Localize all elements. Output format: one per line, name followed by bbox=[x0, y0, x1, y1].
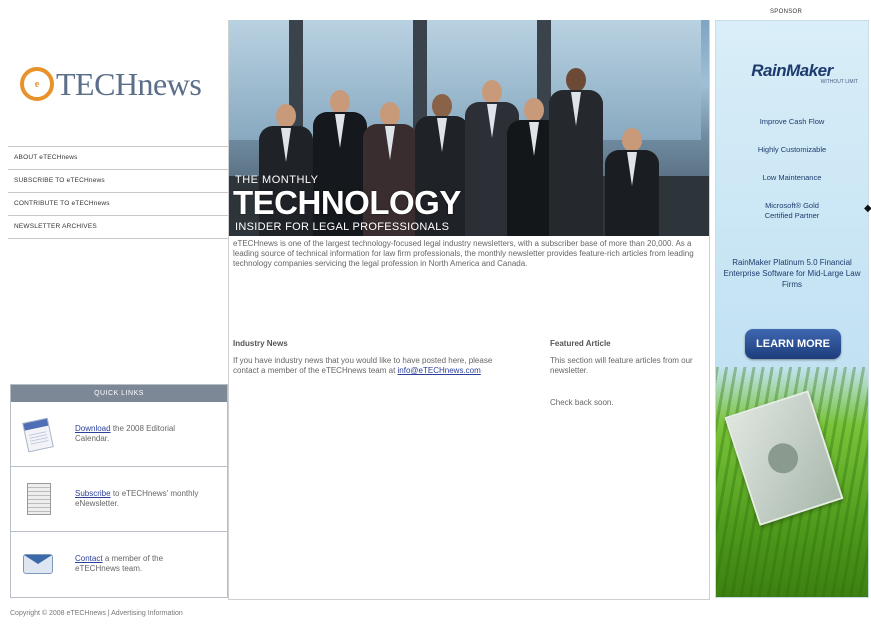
featured-article-text: This section will feature articles from … bbox=[550, 356, 693, 375]
quick-link-download: Download the 2008 Editorial Calendar. bbox=[11, 402, 227, 467]
rainmaker-tagline: WITHOUT LIMIT bbox=[820, 79, 858, 85]
ad-feature-3: Low Maintenance bbox=[762, 173, 822, 182]
industry-news-title: Industry News bbox=[233, 339, 288, 348]
nav-about[interactable]: ABOUT eTECHnews bbox=[8, 147, 228, 170]
newsletter-icon bbox=[17, 479, 57, 519]
left-navigation: ABOUT eTECHnews SUBSCRIBE TO eTECHnews C… bbox=[8, 146, 228, 239]
calendar-icon bbox=[17, 414, 57, 454]
nav-newsletter-archives[interactable]: NEWSLETTER ARCHIVES bbox=[8, 216, 228, 239]
nav-contribute[interactable]: CONTRIBUTE TO eTECHnews bbox=[8, 193, 228, 216]
ad-feature-4a: Microsoft® Gold bbox=[765, 201, 819, 210]
industry-news-email-link[interactable]: info@eTECHnews.com bbox=[398, 366, 481, 375]
ad-description: RainMaker Platinum 5.0 Financial Enterpr… bbox=[723, 258, 861, 289]
mail-icon bbox=[17, 544, 57, 584]
ad-feature-2: Highly Customizable bbox=[757, 145, 827, 154]
nav-subscribe[interactable]: SUBSCRIBE TO eTECHnews bbox=[8, 170, 228, 193]
download-link[interactable]: Download bbox=[75, 424, 111, 433]
logo-mark-icon: e bbox=[20, 67, 54, 101]
quick-links-box: QUICK LINKS Download the 2008 Editorial … bbox=[10, 384, 228, 598]
featured-article-check-back: Check back soon. bbox=[550, 398, 614, 407]
right-column-divider bbox=[709, 20, 710, 600]
footer: Copyright © 2008 eTECHnews | Advertising… bbox=[10, 610, 183, 617]
sponsor-ad[interactable]: RainMaker WITHOUT LIMIT Improve Cash Flo… bbox=[715, 20, 869, 598]
featured-article-title: Featured Article bbox=[550, 339, 611, 348]
rainmaker-logo: RainMaker bbox=[751, 61, 833, 80]
industry-news-section: Industry News If you have industry news … bbox=[233, 339, 513, 376]
subscribe-link[interactable]: Subscribe bbox=[75, 489, 111, 498]
content-bottom-divider bbox=[229, 599, 709, 600]
sponsor-label: SPONSOR bbox=[770, 9, 803, 15]
scroll-arrow-icon[interactable]: ◆ bbox=[864, 203, 871, 214]
featured-article-section: Featured Article This section will featu… bbox=[550, 339, 700, 408]
quick-link-subscribe: Subscribe to eTECHnews' monthly eNewslet… bbox=[11, 467, 227, 532]
ad-feature-4b: Certified Partner bbox=[764, 211, 820, 220]
logo-text: TECHnews bbox=[56, 65, 202, 102]
etechnews-logo[interactable]: e TECHnews bbox=[20, 62, 220, 106]
contact-link[interactable]: Contact bbox=[75, 554, 103, 563]
intro-paragraph: eTECHnews is one of the largest technolo… bbox=[233, 239, 694, 268]
quick-link-contact: Contact a member of the eTECHnews team. bbox=[11, 532, 227, 596]
quick-links-title: QUICK LINKS bbox=[11, 385, 227, 402]
hero-title: TECHNOLOGY bbox=[233, 184, 461, 221]
hero-banner: THE MONTHLY TECHNOLOGY INSIDER FOR LEGAL… bbox=[229, 20, 709, 236]
hero-subtitle: INSIDER FOR LEGAL PROFESSIONALS bbox=[235, 221, 450, 233]
learn-more-button[interactable]: LEARN MORE bbox=[745, 329, 841, 359]
ad-feature-1: Improve Cash Flow bbox=[759, 117, 825, 126]
